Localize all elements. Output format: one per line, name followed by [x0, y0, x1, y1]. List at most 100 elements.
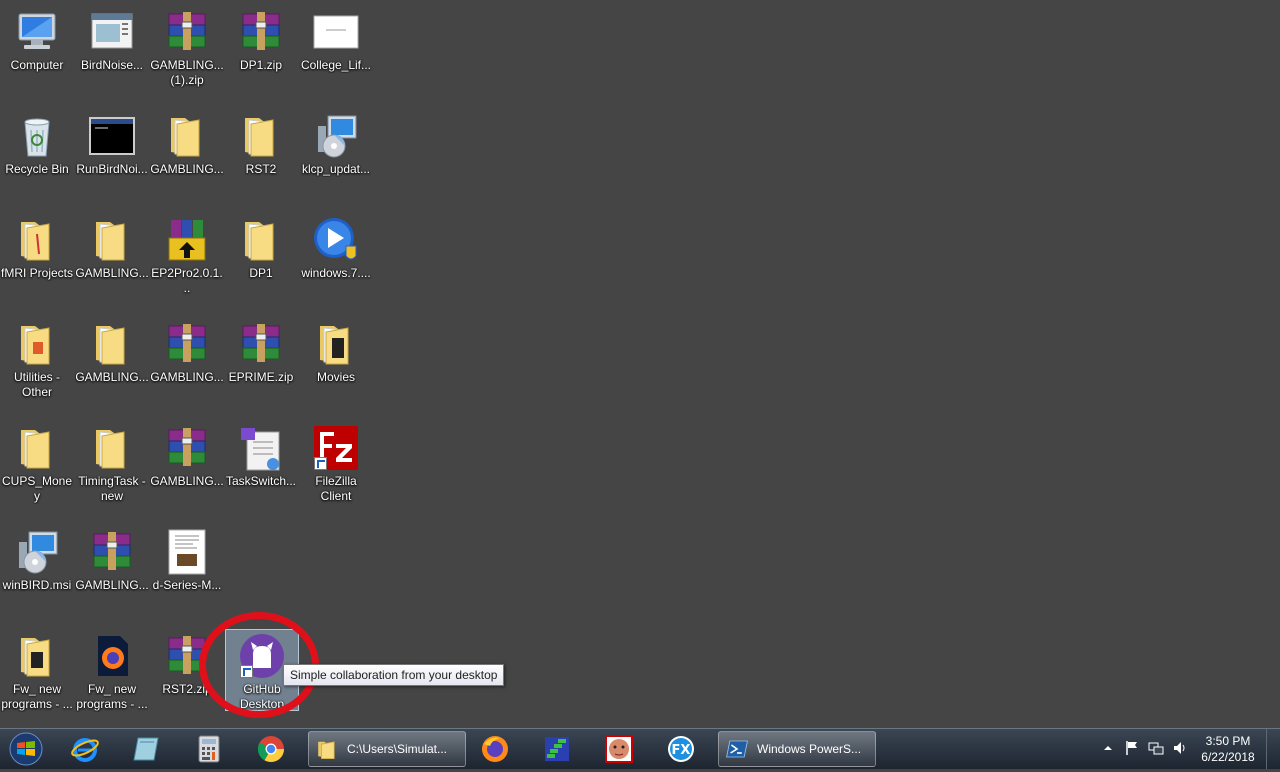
- desktop-icon-birdnoise[interactable]: BirdNoise...: [75, 0, 149, 100]
- desktop-icon-movies[interactable]: Movies: [299, 312, 373, 412]
- fx-app-icon: FX: [668, 736, 694, 762]
- taskbar-notes-app[interactable]: [124, 731, 180, 767]
- shortcut-arrow-icon: [314, 457, 327, 470]
- clock-date: 6/22/2018: [1201, 750, 1255, 764]
- installer-icon: [13, 528, 61, 576]
- desktop-icon-gambling-zip-3[interactable]: GAMBLING...: [150, 416, 224, 516]
- document-icon: [163, 528, 211, 576]
- desktop-icon-cups-money[interactable]: CUPS_Money: [0, 416, 74, 516]
- desktop-icon-eprime-zip[interactable]: EPRIME.zip: [224, 312, 298, 412]
- folder-icon: [88, 216, 136, 264]
- desktop-icon-label: GAMBLING...: [75, 370, 149, 384]
- desktop-icon-fw-new-programs-folder[interactable]: Fw_ new programs - ...: [0, 624, 74, 724]
- sticky-notes-icon: [133, 737, 159, 761]
- volume-icon[interactable]: [1172, 739, 1188, 757]
- clock-time: 3:50 PM: [1205, 734, 1251, 748]
- desktop-icon-gambling-zip-2[interactable]: GAMBLING...: [150, 312, 224, 412]
- desktop[interactable]: Computer Recycle Bin fMRI Projects Utili…: [0, 0, 1280, 728]
- desktop-icon-gambling-1-zip[interactable]: GAMBLING... (1).zip: [150, 0, 224, 100]
- desktop-icon-label: klcp_updat...: [301, 162, 371, 176]
- desktop-icon-label: Fw_ new programs - ...: [76, 682, 148, 711]
- desktop-icon-label: DP1: [249, 266, 273, 280]
- zip-archive-icon: [163, 8, 211, 56]
- desktop-icon-label: Utilities - Other: [13, 370, 60, 399]
- computer-icon: [13, 8, 61, 56]
- internet-explorer-icon: [71, 738, 99, 762]
- folder-icon: [88, 424, 136, 472]
- desktop-icon-d-series[interactable]: d-Series-M...: [150, 520, 224, 620]
- desktop-icon-rst2-folder[interactable]: RST2: [224, 104, 298, 204]
- zip-archive-icon: [163, 320, 211, 368]
- desktop-icon-label: TaskSwitch...: [225, 474, 297, 488]
- zip-archive-icon: [163, 424, 211, 472]
- chrome-icon: [257, 736, 285, 763]
- media-player-icon: [312, 216, 360, 264]
- desktop-icon-label: Movies: [316, 370, 355, 384]
- network-icon[interactable]: [1148, 739, 1164, 757]
- desktop-icon-label: Computer: [10, 58, 64, 72]
- desktop-icon-gambling-folder-1[interactable]: GAMBLING...: [150, 104, 224, 204]
- desktop-icon-label: d-Series-M...: [152, 578, 222, 592]
- zip-archive-icon: [163, 632, 211, 680]
- taskbar-fx-app[interactable]: FX: [658, 731, 714, 767]
- desktop-icon-computer[interactable]: Computer: [0, 0, 74, 100]
- desktop-icon-label: DP1.zip: [239, 58, 283, 72]
- taskbar-calculator[interactable]: [186, 731, 242, 767]
- folder-icon: [13, 632, 61, 680]
- desktop-icon-taskswitch[interactable]: TaskSwitch...: [224, 416, 298, 516]
- desktop-icon-gambling-zip-4[interactable]: GAMBLING...: [75, 520, 149, 620]
- taskbar-face-app[interactable]: [596, 731, 652, 767]
- start-button[interactable]: [6, 731, 46, 767]
- taskbar-internet-explorer[interactable]: [62, 731, 118, 767]
- taskbar-firefox[interactable]: [472, 731, 528, 767]
- desktop-icon-utilities-other[interactable]: Utilities - Other: [0, 312, 74, 412]
- installer-icon: [312, 112, 360, 160]
- taskbar-eprime-app[interactable]: [534, 731, 590, 767]
- desktop-icon-fw-new-programs-firefox[interactable]: Fw_ new programs - ...: [75, 624, 149, 724]
- zip-archive-icon: [237, 8, 285, 56]
- desktop-icon-label: Fw_ new programs - ...: [1, 682, 73, 711]
- taskbar-chrome[interactable]: [248, 731, 304, 767]
- show-desktop-button[interactable]: [1266, 729, 1280, 769]
- desktop-icon-timingtask-new[interactable]: TimingTask - new: [75, 416, 149, 516]
- folder-icon: [88, 320, 136, 368]
- desktop-icon-filezilla[interactable]: FileZilla Client: [299, 416, 373, 516]
- show-hidden-icons-chevron-icon[interactable]: [1100, 739, 1116, 757]
- desktop-icon-klcp-update[interactable]: klcp_updat...: [299, 104, 373, 204]
- action-center-flag-icon[interactable]: [1124, 739, 1140, 757]
- desktop-icon-runbirdnoise[interactable]: RunBirdNoi...: [75, 104, 149, 204]
- desktop-icon-rst2-zip[interactable]: RST2.zip: [150, 624, 224, 724]
- folder-icon: [237, 216, 285, 264]
- svg-text:FX: FX: [672, 743, 691, 758]
- folder-icon: [13, 320, 61, 368]
- clock[interactable]: 3:50 PM 6/22/2018: [1190, 733, 1266, 765]
- desktop-icon-label: College_Lif...: [300, 58, 372, 72]
- desktop-icon-label: fMRI Projects: [0, 266, 73, 280]
- taskbar-powershell-window[interactable]: Windows PowerS...: [718, 731, 876, 767]
- desktop-icon-gambling-folder-2[interactable]: GAMBLING...: [75, 208, 149, 308]
- desktop-icon-dp1-zip[interactable]: DP1.zip: [224, 0, 298, 100]
- recycle-bin-icon: [13, 112, 61, 160]
- desktop-icon-fmri-projects[interactable]: fMRI Projects: [0, 208, 74, 308]
- desktop-icon-recycle-bin[interactable]: Recycle Bin: [0, 104, 74, 204]
- tooltip: Simple collaboration from your desktop: [283, 664, 505, 686]
- desktop-icon-windows7-media[interactable]: windows.7....: [299, 208, 373, 308]
- taskbar-explorer-window[interactable]: C:\Users\Simulat...: [308, 731, 466, 767]
- winrar-sfx-icon: [163, 216, 211, 264]
- desktop-icon-label: BirdNoise...: [80, 58, 144, 72]
- desktop-icon-gambling-folder-3[interactable]: GAMBLING...: [75, 312, 149, 412]
- folder-icon: [13, 424, 61, 472]
- face-app-icon: [605, 735, 633, 763]
- desktop-icon-college-life[interactable]: College_Lif...: [299, 0, 373, 100]
- taskbar-explorer-label: C:\Users\Simulat...: [347, 742, 448, 756]
- zip-archive-icon: [88, 528, 136, 576]
- desktop-icon-ep2pro[interactable]: EP2Pro2.0.1...: [150, 208, 224, 308]
- desktop-icon-label: GAMBLING...: [75, 578, 149, 592]
- desktop-icon-label: GAMBLING...: [150, 162, 224, 176]
- document-icon: [312, 8, 360, 56]
- desktop-icon-winbird-msi[interactable]: winBIRD.msi: [0, 520, 74, 620]
- desktop-icon-label: windows.7....: [301, 266, 371, 280]
- grid-app-icon: [545, 737, 569, 761]
- desktop-icon-label: GAMBLING...: [75, 266, 149, 280]
- desktop-icon-dp1-folder[interactable]: DP1: [224, 208, 298, 308]
